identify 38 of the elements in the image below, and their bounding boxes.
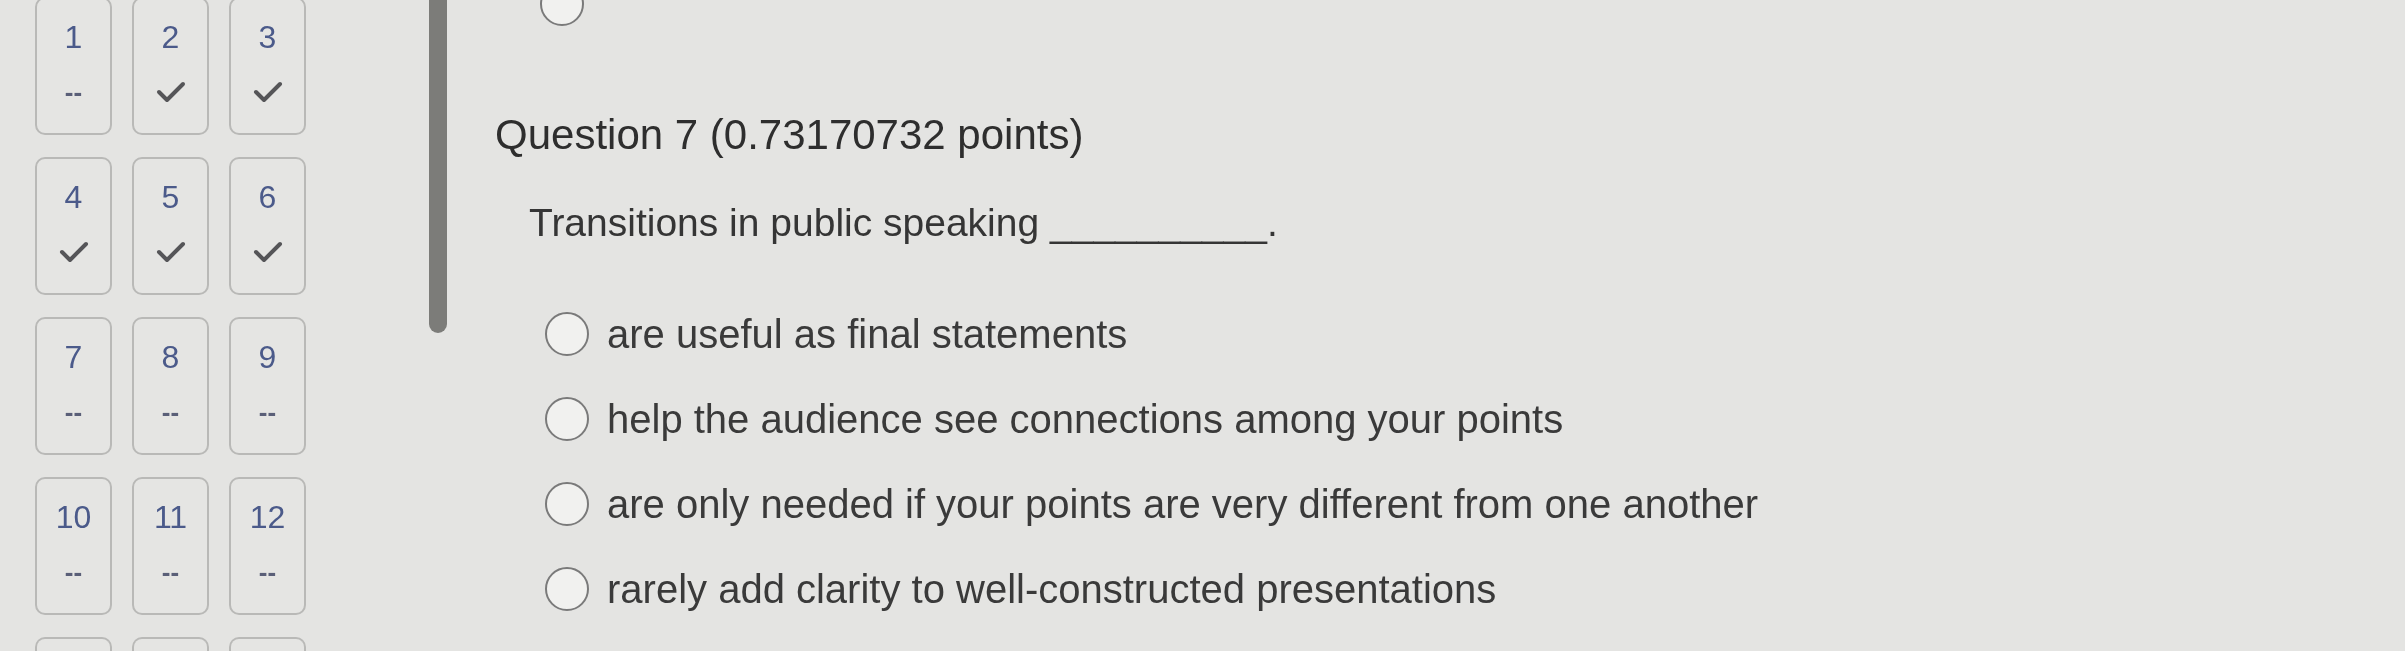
option-label: rarely add clarity to well-constructed presentations [607,566,1497,613]
question-title: Question 7 (0.73170732 points) [495,110,1085,160]
question-tile[interactable]: 7 -- [35,317,112,455]
question-tile[interactable]: 6 [229,157,306,295]
checkmark-icon [58,241,89,263]
question-tile[interactable] [35,637,112,651]
question-tile[interactable] [132,637,209,651]
option-label: are only needed if your points are very different from one another [607,481,1759,528]
question-tile[interactable] [229,637,306,651]
unanswered-dash: -- [64,559,83,585]
unanswered-dash: -- [258,399,277,425]
checkmark-icon [252,241,283,263]
question-tile[interactable]: 12 -- [229,477,306,615]
option-label: are useful as final statements [607,311,1128,358]
question-tile[interactable]: 1 -- [35,0,112,135]
option-label: help the audience see connections among your points [607,396,1564,443]
unanswered-dash: -- [161,399,180,425]
radio-button[interactable] [545,312,589,356]
question-tile[interactable]: 3 [229,0,306,135]
radio-button[interactable] [545,567,589,611]
unanswered-dash: -- [64,79,83,105]
question-tile[interactable]: 9 -- [229,317,306,455]
checkmark-icon [155,241,186,263]
question-tile[interactable]: 10 -- [35,477,112,615]
unanswered-dash: -- [258,559,277,585]
question-tile[interactable]: 8 -- [132,317,209,455]
checkmark-icon [155,81,186,103]
unanswered-dash: -- [161,559,180,585]
scrollbar-thumb[interactable] [429,0,447,333]
radio-button[interactable] [545,397,589,441]
question-tile[interactable]: 11 -- [132,477,209,615]
question-prompt: Transitions in public speaking __________. [529,200,1279,246]
question-tile[interactable]: 5 [132,157,209,295]
radio-button[interactable] [545,482,589,526]
checkmark-icon [252,81,283,103]
unanswered-dash: -- [64,399,83,425]
question-tile[interactable]: 4 [35,157,112,295]
question-tile[interactable]: 2 [132,0,209,135]
